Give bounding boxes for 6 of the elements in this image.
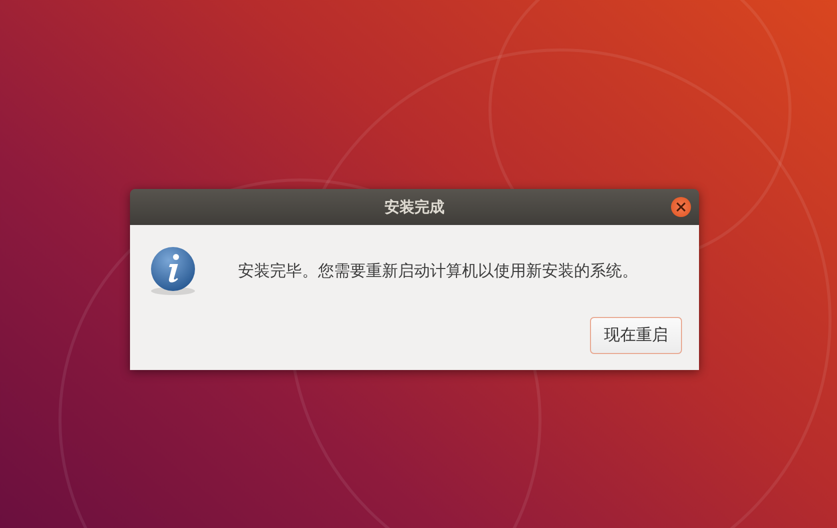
close-icon — [676, 202, 686, 212]
restart-button[interactable]: 现在重启 — [590, 317, 682, 354]
info-icon — [148, 246, 198, 296]
dialog-message: 安装完毕。您需要重新启动计算机以使用新安装的系统。 — [238, 260, 638, 282]
close-button[interactable] — [671, 197, 691, 217]
dialog-title: 安装完成 — [384, 198, 444, 216]
